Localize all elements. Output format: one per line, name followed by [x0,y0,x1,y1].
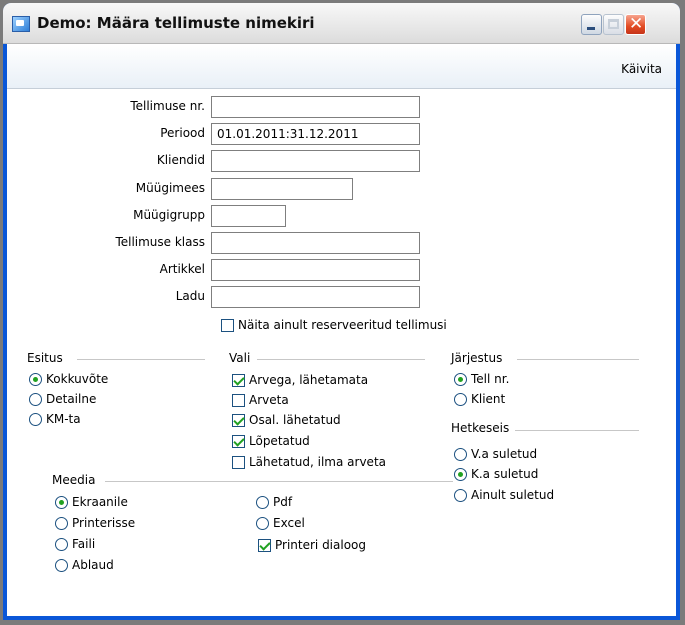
hetkeseis-option-label: Ainult suletud [471,488,555,502]
close-icon: ✕ [629,14,644,34]
title-bar[interactable]: Demo: Määra tellimuste nimekiri ✕ [3,3,680,44]
window: Demo: Määra tellimuste nimekiri ✕ Käivit… [3,3,680,620]
order-class-input[interactable] [211,232,420,254]
period-input[interactable]: 01.01.2011:31.12.2011 [211,123,420,145]
hetkeseis-option-label: K.a suletud [471,467,539,481]
hetkeseis-group-title: Hetkeseis [451,421,510,435]
item-label: Artikkel [159,262,205,276]
esitus-radio-no-vat[interactable] [29,413,42,426]
hetkeseis-radio-only-closed[interactable] [454,489,467,502]
meedia-radio-excel[interactable] [256,517,269,530]
vali-group-title: Vali [229,351,251,365]
vali-checkbox-shipped-no-invoice[interactable] [232,456,245,469]
meedia-radio-ablaud[interactable] [55,559,68,572]
order-number-input[interactable] [211,96,420,118]
only-reserved-label: Näita ainult reserveeritud tellimusi [238,318,447,332]
sales-group-label: Müügigrupp [133,208,205,222]
minimize-button[interactable] [581,14,602,35]
vali-checkbox-partly-shipped[interactable] [232,414,245,427]
customers-input[interactable] [211,150,420,172]
hetkeseis-radio-excl-closed[interactable] [454,448,467,461]
meedia-radio-file[interactable] [55,538,68,551]
jarjestus-option-label: Tell nr. [471,372,510,386]
only-reserved-checkbox[interactable] [221,319,234,332]
meedia-divider [105,481,453,482]
meedia-group-title: Meedia [52,473,96,487]
hetkeseis-radio-incl-closed[interactable] [454,468,467,481]
jarjestus-group-title: Järjestus [451,351,503,365]
location-label: Ladu [175,289,205,303]
jarjestus-radio-customer[interactable] [454,393,467,406]
sales-group-input[interactable] [211,205,286,227]
salesman-input[interactable] [211,178,353,200]
meedia-radio-screen[interactable] [55,496,68,509]
esitus-divider [77,359,205,360]
jarjestus-radio-order-nr[interactable] [454,373,467,386]
vali-checkbox-no-invoice[interactable] [232,394,245,407]
maximize-icon [608,19,619,29]
maximize-button[interactable] [603,14,624,35]
meedia-option-label: Ablaud [72,558,114,572]
form-content: Tellimuse nr. Periood 01.01.2011:31.12.2… [7,89,676,616]
order-class-label: Tellimuse klass [115,235,205,249]
vali-checkbox-invoiced-not-shipped[interactable] [232,374,245,387]
item-input[interactable] [211,259,420,281]
meedia-option-label: Excel [273,516,305,530]
meedia-radio-printer[interactable] [55,517,68,530]
salesman-label: Müügimees [135,181,205,195]
vali-divider [257,359,425,360]
meedia-option-label: Faili [72,537,96,551]
vali-option-label: Arveta [249,393,289,407]
printer-dialog-checkbox[interactable] [258,539,271,552]
window-title: Demo: Määra tellimuste nimekiri [37,14,315,32]
esitus-radio-summary[interactable] [29,373,42,386]
esitus-option-label: Kokkuvõte [46,372,109,386]
vali-option-label: Lähetatud, ilma arveta [249,455,386,469]
meedia-option-label: Printerisse [72,516,136,530]
esitus-radio-detailed[interactable] [29,393,42,406]
customers-label: Kliendid [156,153,205,167]
vali-option-label: Lõpetatud [249,434,310,448]
meedia-option-label: Ekraanile [72,495,128,509]
jarjestus-divider [517,359,639,360]
printer-dialog-label: Printeri dialoog [275,538,367,552]
period-label: Periood [160,126,205,140]
vali-option-label: Osal. lähetatud [249,413,341,427]
vali-option-label: Arvega, lähetamata [249,373,369,387]
run-button[interactable]: Käivita [621,62,662,76]
order-number-label: Tellimuse nr. [130,99,205,113]
meedia-radio-pdf[interactable] [256,496,269,509]
vali-checkbox-finished[interactable] [232,435,245,448]
jarjestus-option-label: Klient [471,392,506,406]
esitus-option-label: KM-ta [46,412,81,426]
esitus-group-title: Esitus [27,351,63,365]
hetkeseis-option-label: V.a suletud [471,447,538,461]
location-input[interactable] [211,286,420,308]
hetkeseis-divider [515,430,639,431]
app-icon [12,16,30,32]
toolbar: Käivita [7,44,676,89]
meedia-option-label: Pdf [273,495,293,509]
minimize-icon [587,27,595,30]
close-button[interactable]: ✕ [625,14,646,35]
esitus-option-label: Detailne [46,392,97,406]
